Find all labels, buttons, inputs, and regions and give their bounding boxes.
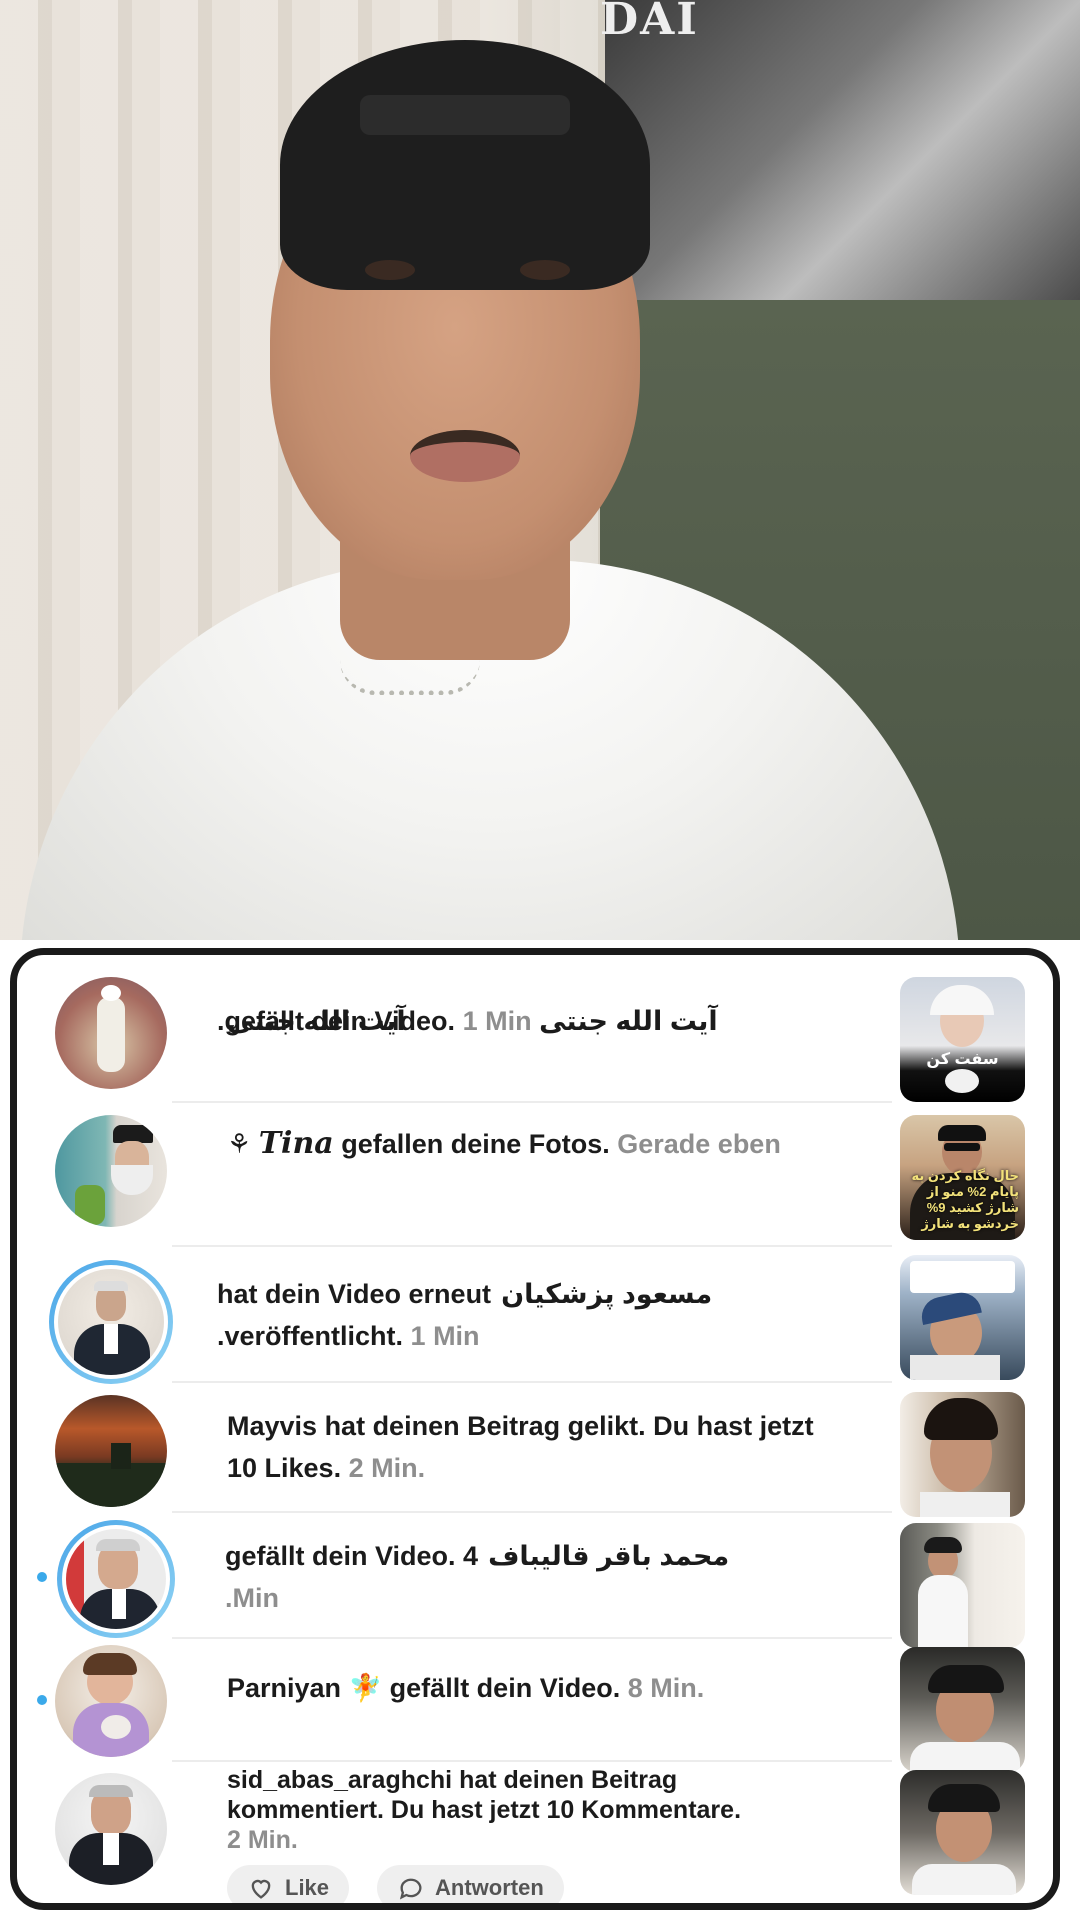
thumbnail-caption: سفت کن xyxy=(926,1051,999,1068)
wall-poster xyxy=(605,0,1080,330)
notification-text: Mayvis hat deinen Beitrag gelikt. Du has… xyxy=(227,1405,827,1489)
heart-icon xyxy=(251,1879,271,1899)
action-text-cont: .veröffentlicht. xyxy=(217,1321,404,1351)
action-text: hat dein Video erneut xyxy=(217,1279,492,1309)
unread-dot xyxy=(37,1695,47,1705)
username[interactable]: محمد باقر قالیباف xyxy=(488,1535,729,1577)
divider xyxy=(172,1245,892,1247)
divider xyxy=(172,1760,892,1762)
timestamp: .Min xyxy=(225,1583,279,1613)
poster-text: DAI xyxy=(600,0,699,45)
person-eye xyxy=(520,260,570,280)
timestamp: 2 Min. xyxy=(227,1826,298,1854)
person-cap xyxy=(280,40,650,290)
username[interactable]: Mayvis xyxy=(227,1411,317,1441)
thumbnail-caption: حال نگاه کردن به پایام 2% منو از شارژ کش… xyxy=(911,1168,1019,1231)
notification-text: ⚘ Tina gefallen deine Fotos. Gerade eben xyxy=(227,1123,827,1165)
divider xyxy=(172,1101,892,1103)
avatar[interactable] xyxy=(55,977,167,1089)
post-thumbnail[interactable] xyxy=(900,1647,1025,1772)
cap-strap xyxy=(360,95,570,135)
avatar[interactable] xyxy=(57,1520,175,1638)
timestamp: 1 Min xyxy=(410,1321,480,1351)
timestamp: Gerade eben xyxy=(617,1129,781,1159)
divider xyxy=(172,1381,892,1383)
avatar[interactable] xyxy=(55,1773,167,1885)
divider xyxy=(172,1637,892,1639)
unread-dot xyxy=(37,1572,47,1582)
action-text: gefallen deine Fotos. xyxy=(333,1129,618,1159)
post-thumbnail[interactable] xyxy=(900,1255,1025,1380)
timestamp: 1 Min xyxy=(462,1006,532,1036)
reply-button[interactable]: Antworten xyxy=(377,1865,564,1903)
post-thumbnail[interactable] xyxy=(900,1770,1025,1895)
notification-text-line: .gefällt dein Video. 1 Min آيت الله جنتی xyxy=(217,1000,817,1042)
avatar[interactable] xyxy=(49,1260,173,1384)
action-text: gefällt dein Video. xyxy=(382,1673,628,1703)
username[interactable]: آيت الله جنتی xyxy=(539,1006,718,1036)
post-thumbnail[interactable]: سفت کن xyxy=(900,977,1025,1102)
flower-icon: ⚘ xyxy=(227,1129,259,1159)
person-mouth xyxy=(410,430,520,482)
timestamp: 2 Min. xyxy=(348,1453,426,1483)
like-button[interactable]: Like xyxy=(227,1865,350,1903)
live-video-frame: DAI xyxy=(0,0,1080,940)
action-text: gefällt dein Video. 4 xyxy=(225,1541,479,1571)
notification-text: sid_abas_araghchi hat deinen Beitrag kom… xyxy=(227,1765,747,1855)
username[interactable]: مسعود پزشکیان xyxy=(501,1273,712,1315)
notification-text: Parniyan 🧚 gefällt dein Video. 8 Min. xyxy=(227,1667,827,1709)
notification-text: hat dein Video erneut مسعود پزشکیان .ver… xyxy=(217,1273,817,1357)
avatar[interactable] xyxy=(55,1115,167,1227)
username[interactable]: Parniyan 🧚 xyxy=(227,1673,382,1703)
timestamp: 8 Min. xyxy=(627,1673,705,1703)
person-eye xyxy=(365,260,415,280)
post-thumbnail[interactable] xyxy=(900,1523,1025,1648)
reply-label: Antworten xyxy=(435,1875,544,1900)
post-thumbnail[interactable]: حال نگاه کردن به پایام 2% منو از شارژ کش… xyxy=(900,1115,1025,1240)
action-text: .gefällt dein Video. xyxy=(217,1006,456,1036)
comment-icon xyxy=(399,1878,422,1900)
post-thumbnail[interactable] xyxy=(900,1392,1025,1517)
divider xyxy=(172,1511,892,1513)
like-label: Like xyxy=(285,1875,330,1900)
notifications-card: آيت الله جنتی .gefällt dein Video. 1 Min… xyxy=(10,948,1060,1910)
username[interactable]: sid_abas_araghchi xyxy=(227,1766,452,1794)
avatar[interactable] xyxy=(55,1645,167,1757)
person-necklace xyxy=(340,660,480,695)
username[interactable]: Tina xyxy=(259,1126,334,1161)
notification-text: gefällt dein Video. 4 محمد باقر قالیباف … xyxy=(225,1535,825,1619)
avatar[interactable] xyxy=(55,1395,167,1507)
